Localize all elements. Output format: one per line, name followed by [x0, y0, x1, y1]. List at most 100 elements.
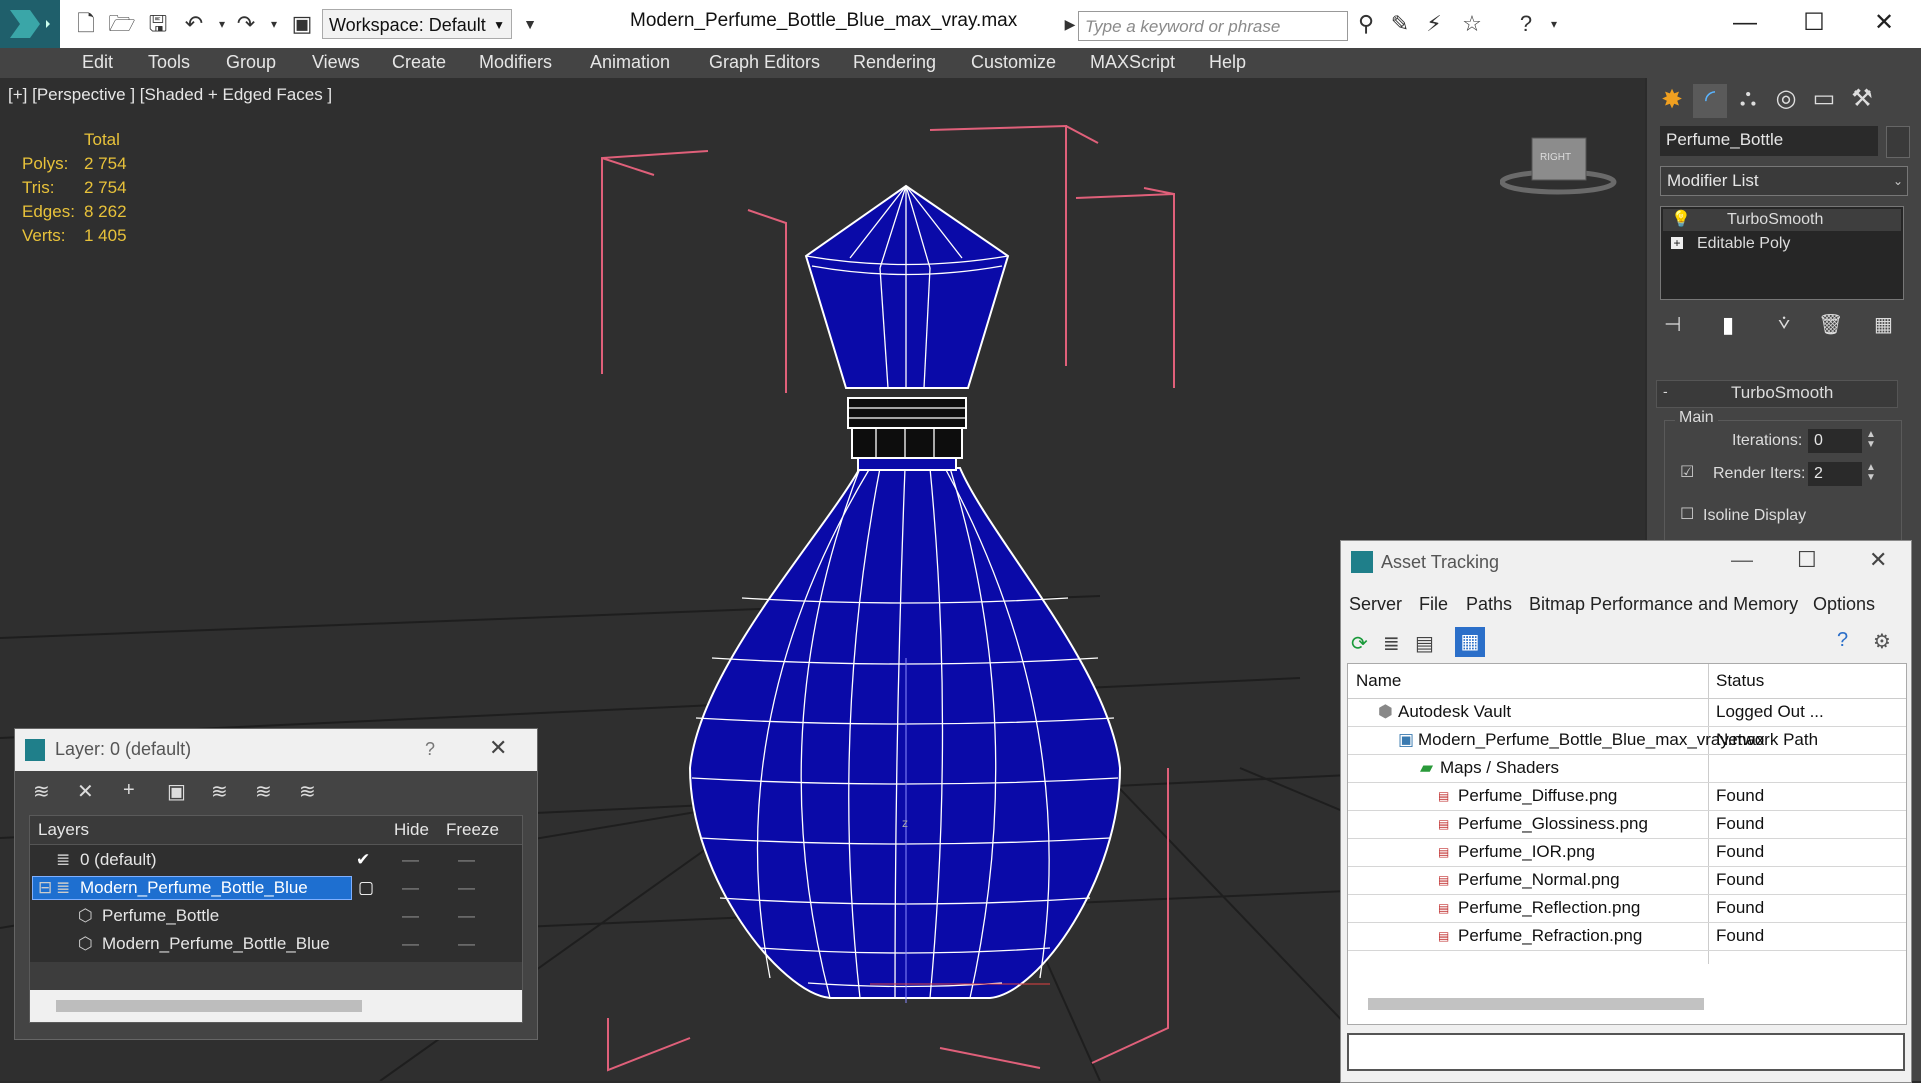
column-status[interactable]: Status [1716, 671, 1764, 691]
app-logo-icon[interactable] [0, 0, 60, 48]
turbosmooth-rollout-header[interactable]: - TurboSmooth [1656, 380, 1898, 408]
help-icon[interactable]: ? [425, 739, 435, 760]
set-current-layer-icon[interactable]: ≋ [255, 779, 272, 804]
perfume-bottle-model[interactable] [688, 184, 1122, 1003]
iterations-spinner-icon[interactable]: ▲ ▼ [1866, 430, 1876, 450]
save-file-icon[interactable]: 🖫 [144, 10, 172, 38]
binoculars-icon[interactable]: ⚲ [1352, 10, 1380, 38]
hide-toggle[interactable]: — [402, 846, 419, 874]
freeze-toggle[interactable]: — [458, 902, 475, 930]
viewport-label[interactable]: [+] [Perspective ] [Shaded + Edged Faces… [8, 85, 332, 105]
layer-row-default[interactable]: ≣ 0 (default) ✔ — — [30, 846, 522, 874]
column-freeze[interactable]: Freeze [446, 816, 499, 844]
redo-icon[interactable]: ↷ [232, 10, 260, 38]
minimize-icon[interactable]: — [1725, 6, 1765, 40]
layer-row-modern-perfume[interactable]: ⊟ ≣ Modern_Perfume_Bottle_Blue ▢ — — [30, 874, 522, 902]
table-row[interactable]: ▣ Modern_Perfume_Bottle_Blue_max_vray.ma… [1348, 726, 1906, 755]
hide-toggle[interactable]: — [402, 902, 419, 930]
freeze-toggle[interactable]: — [458, 846, 475, 874]
lightbulb-icon[interactable]: 💡 [1671, 209, 1691, 231]
column-hide[interactable]: Hide [394, 816, 429, 844]
close-icon[interactable]: ✕ [1869, 547, 1887, 573]
workspace-selector[interactable]: Workspace: Default ▼ [322, 9, 512, 39]
render-iters-checkbox[interactable]: ☑ [1680, 462, 1694, 482]
table-row[interactable]: ▤ Perfume_Reflection.png Found [1348, 894, 1906, 923]
maximize-icon[interactable]: ☐ [1797, 547, 1817, 573]
table-row[interactable]: ▤ Perfume_IOR.png Found [1348, 838, 1906, 867]
isoline-checkbox[interactable]: ☐ [1680, 504, 1694, 524]
create-tab-icon[interactable]: ✸ [1655, 84, 1689, 118]
new-file-icon[interactable]: 🗋 [72, 10, 100, 38]
expand-plus-icon[interactable]: + [1671, 237, 1683, 249]
pin-stack-icon[interactable]: ⊣ [1664, 312, 1681, 337]
open-file-icon[interactable]: 🗁 [108, 10, 136, 38]
stack-item-turbosmooth[interactable]: 💡 TurboSmooth [1663, 209, 1901, 231]
menu-customize[interactable]: Customize [971, 52, 1056, 73]
menu-bitmap-performance[interactable]: Bitmap Performance and Memory [1529, 594, 1798, 615]
hide-all-icon[interactable]: ≋ [299, 779, 316, 804]
freeze-toggle[interactable]: — [458, 930, 475, 958]
column-name[interactable]: Name [1356, 671, 1401, 691]
close-icon[interactable]: ✕ [1864, 6, 1904, 40]
menu-create[interactable]: Create [392, 52, 446, 73]
workspace-menu-icon[interactable]: ▼ [516, 10, 544, 38]
render-iters-input[interactable]: 2 [1808, 462, 1862, 486]
freeze-toggle[interactable]: — [458, 874, 475, 902]
display-tab-icon[interactable]: ▭ [1807, 84, 1841, 118]
tools-icon[interactable]: ✎ [1386, 10, 1414, 38]
viewcube[interactable]: RIGHT [1499, 130, 1620, 200]
utilities-tab-icon[interactable]: ⚒ [1845, 84, 1879, 118]
hide-toggle[interactable]: — [402, 930, 419, 958]
table-row[interactable]: ▰ Maps / Shaders [1348, 754, 1906, 783]
horizontal-scrollbar[interactable] [56, 1000, 362, 1012]
modifier-list-dropdown[interactable]: Modifier List ⌄ [1660, 166, 1908, 196]
remove-modifier-icon[interactable]: 🗑 [1818, 312, 1843, 337]
horizontal-scrollbar[interactable] [1368, 998, 1704, 1010]
hierarchy-tab-icon[interactable]: ⛬ [1731, 84, 1765, 118]
undo-icon[interactable]: ↶ [180, 10, 208, 38]
table-row[interactable]: ▤ Perfume_Diffuse.png Found [1348, 782, 1906, 811]
search-input[interactable]: Type a keyword or phrase [1078, 11, 1348, 41]
object-row-perfume-bottle[interactable]: ⬡ Perfume_Bottle — — [30, 902, 522, 930]
object-color-swatch[interactable] [1886, 126, 1910, 158]
menu-graph-editors[interactable]: Graph Editors [709, 52, 820, 73]
settings-help-icon[interactable]: ⚙ [1873, 629, 1891, 654]
menu-paths[interactable]: Paths [1466, 594, 1512, 615]
table-view-icon[interactable]: ▦ [1455, 627, 1485, 657]
stack-item-editable-poly[interactable]: + Editable Poly [1663, 233, 1901, 255]
make-unique-icon[interactable]: ⩒ [1778, 312, 1790, 335]
new-layer-icon[interactable]: ≋ [33, 779, 50, 804]
menu-file[interactable]: File [1419, 594, 1448, 615]
table-row[interactable]: ⬢ Autodesk Vault Logged Out ... [1348, 698, 1906, 727]
menu-edit[interactable]: Edit [82, 52, 113, 73]
list-view-icon[interactable]: ≣ [1383, 631, 1400, 656]
help-icon[interactable]: ? [1512, 10, 1540, 38]
refresh-icon[interactable]: ⟳ [1351, 631, 1368, 656]
set-current-box-icon[interactable]: ▢ [358, 874, 374, 902]
menu-rendering[interactable]: Rendering [853, 52, 936, 73]
motion-tab-icon[interactable]: ◎ [1769, 84, 1803, 118]
column-layers[interactable]: Layers [38, 816, 89, 844]
delete-layer-icon[interactable]: ✕ [77, 779, 94, 804]
close-icon[interactable]: ✕ [489, 735, 507, 761]
help-dropdown-icon[interactable]: ▾ [1540, 10, 1568, 38]
add-to-layer-icon[interactable]: + [123, 779, 135, 802]
menu-animation[interactable]: Animation [590, 52, 670, 73]
iterations-input[interactable]: 0 [1808, 429, 1862, 453]
menu-help[interactable]: Help [1209, 52, 1246, 73]
collapse-minus-icon[interactable]: ⊟ [38, 874, 52, 902]
menu-tools[interactable]: Tools [148, 52, 190, 73]
menu-maxscript[interactable]: MAXScript [1090, 52, 1175, 73]
hide-toggle[interactable]: — [402, 874, 419, 902]
tree-view-icon[interactable]: ▤ [1415, 631, 1434, 656]
modify-tab-icon[interactable]: ◜ [1693, 84, 1727, 118]
menu-server[interactable]: Server [1349, 594, 1402, 615]
table-row[interactable]: ▤ Perfume_Refraction.png Found [1348, 922, 1906, 951]
table-row[interactable]: ▤ Perfume_Normal.png Found [1348, 866, 1906, 895]
maximize-icon[interactable]: ☐ [1794, 6, 1834, 40]
menu-options[interactable]: Options [1813, 594, 1875, 615]
communication-icon[interactable]: ⚡ [1420, 10, 1448, 38]
object-row-modern-perfume[interactable]: ⬡ Modern_Perfume_Bottle_Blue — — [30, 930, 522, 958]
current-layer-checkmark-icon[interactable]: ✔ [356, 846, 370, 874]
help-icon[interactable]: ? [1837, 629, 1848, 652]
